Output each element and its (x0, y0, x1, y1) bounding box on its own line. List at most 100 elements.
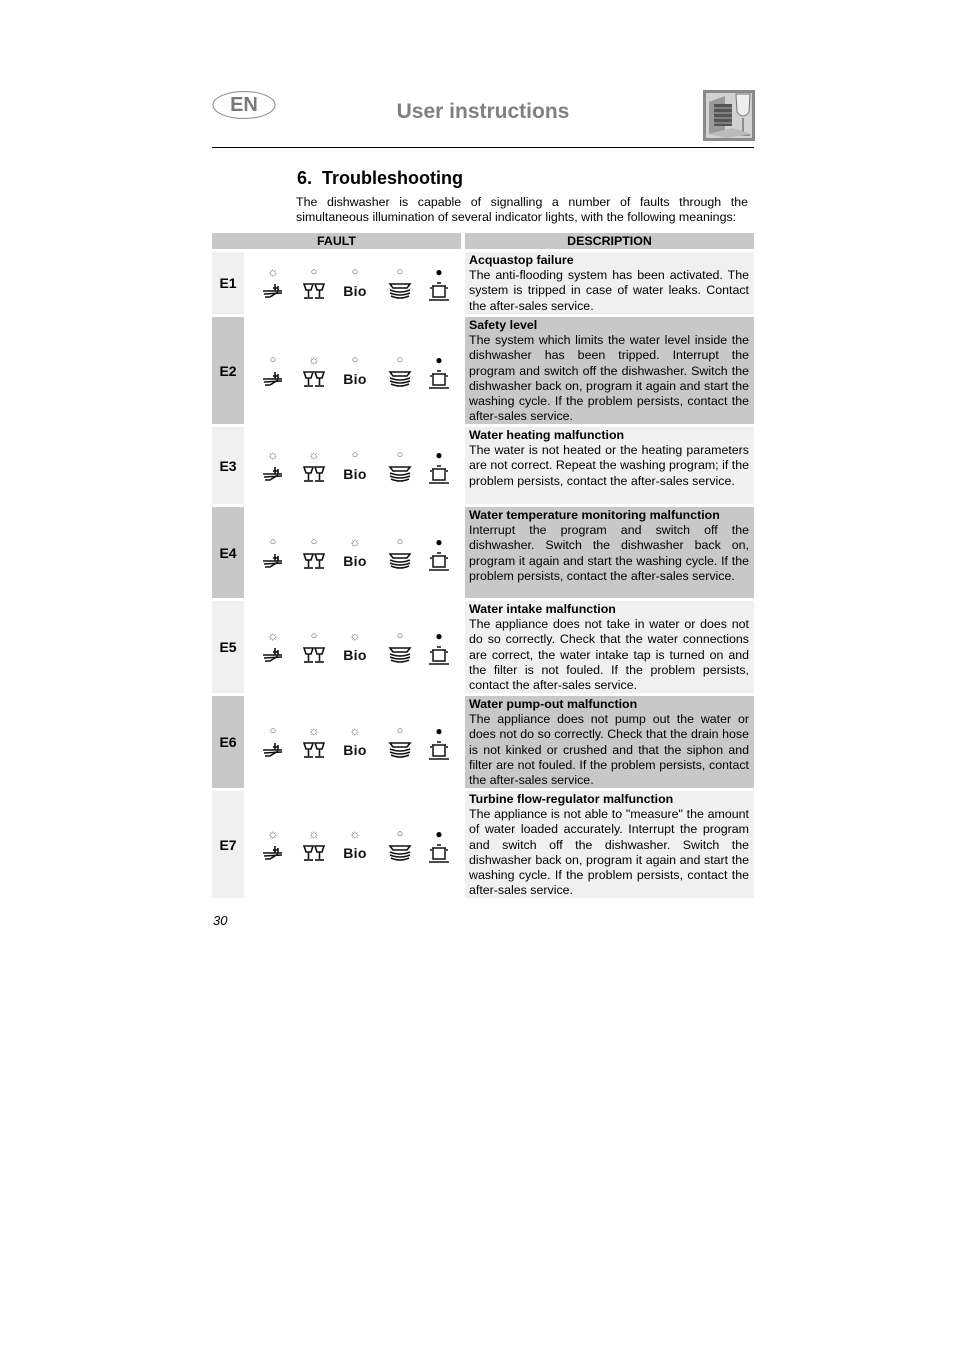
fault-description: Water intake malfunction The appliance do… (465, 601, 754, 693)
section-number: 6. (297, 168, 313, 188)
intensive-wash-icon (256, 740, 290, 762)
lamp-off-icon: ○ (396, 266, 404, 278)
fault-column-header: FAULT (212, 233, 461, 249)
indicator-glasses: ○ (297, 265, 331, 303)
indicator-pot: ● (422, 724, 456, 762)
fault-description: Water heating malfunction The water is no… (465, 427, 754, 504)
indicator-glasses: ○ (297, 629, 331, 667)
indicator-plates: ○ (383, 827, 417, 865)
lamp-off-icon: ○ (396, 630, 404, 642)
fault-description: Safety level The system which limits the … (465, 317, 754, 424)
fault-text: The system which limits the water level … (469, 333, 749, 424)
glasses-icon (297, 645, 331, 667)
indicator-lights: ☼ ☼ ☼ Bio ○ ● (250, 791, 460, 898)
manual-page: EN User instructions 6. Troubleshooting … (0, 0, 954, 1351)
indicator-plates: ○ (383, 724, 417, 762)
lamp-off-icon: ○ (269, 536, 277, 548)
plates-icon (383, 281, 417, 303)
fault-description: Water pump-out malfunction The appliance … (465, 696, 754, 788)
section-heading: 6. Troubleshooting (297, 168, 463, 189)
fault-code: E6 (212, 696, 244, 788)
indicator-glasses: ☼ (297, 448, 331, 486)
glasses-icon (297, 464, 331, 486)
fault-text: The appliance does not pump out the wate… (469, 712, 749, 788)
fault-description: Acquastop failure The anti-flooding syste… (465, 252, 754, 314)
fault-text: Interrupt the program and switch off the… (469, 523, 749, 583)
lamp-flashing-icon: ☼ (349, 723, 361, 738)
lamp-flashing-icon: ☼ (267, 264, 279, 279)
fault-code: E4 (212, 507, 244, 598)
indicator-lights: ○ ☼ ○ Bio ○ ● (250, 317, 460, 424)
plates-icon (383, 464, 417, 486)
page-number: 30 (213, 913, 228, 928)
indicator-intensive-wash: ○ (256, 353, 290, 391)
bio-label: Bio (343, 466, 367, 482)
indicator-pot: ● (422, 535, 456, 573)
indicator-glasses: ☼ (297, 827, 331, 865)
lamp-off-icon: ○ (269, 725, 277, 737)
indicator-lights: ○ ○ ☼ Bio ○ ● (250, 507, 460, 598)
lamp-flashing-icon: ☼ (308, 447, 320, 462)
fault-code: E3 (212, 427, 244, 504)
description-column-header: DESCRIPTION (465, 233, 754, 249)
fault-text: The appliance does not take in water or … (469, 617, 749, 693)
indicator-bio: ☼ Bio (338, 629, 372, 667)
fault-title: Water temperature monitoring malfunction (469, 508, 720, 522)
lamp-off-icon: ○ (396, 725, 404, 737)
dishwasher-glass-logo-icon (703, 90, 755, 141)
bio-label: Bio (343, 553, 367, 569)
indicator-intensive-wash: ☼ (256, 827, 290, 865)
lamp-flashing-icon: ☼ (267, 826, 279, 841)
indicator-plates: ○ (383, 629, 417, 667)
fault-text: The water is not heated or the heating p… (469, 443, 749, 488)
bio-label: Bio (343, 845, 367, 861)
lamp-off-icon: ○ (269, 354, 277, 366)
document-title: User instructions (396, 100, 570, 123)
fault-description: Water temperature monitoring malfunction… (465, 507, 754, 598)
indicator-intensive-wash: ☼ (256, 265, 290, 303)
plates-icon (383, 843, 417, 865)
lamp-on-icon: ● (435, 629, 443, 643)
fault-text: The appliance is not able to "measure" t… (469, 807, 749, 898)
lamp-on-icon: ● (435, 353, 443, 367)
glasses-icon (297, 843, 331, 865)
plates-icon (383, 551, 417, 573)
lamp-off-icon: ○ (310, 266, 318, 278)
indicator-plates: ○ (383, 535, 417, 573)
indicator-glasses: ☼ (297, 353, 331, 391)
indicator-bio: ☼ Bio (338, 827, 372, 865)
fault-description: Turbine flow-regulator malfunction The ap… (465, 791, 754, 898)
bio-label: Bio (343, 647, 367, 663)
intensive-wash-icon (256, 369, 290, 391)
fault-title: Turbine flow-regulator malfunction (469, 792, 674, 806)
lamp-flashing-icon: ☼ (267, 628, 279, 643)
fault-code: E7 (212, 791, 244, 898)
lamp-off-icon: ○ (310, 536, 318, 548)
indicator-intensive-wash: ☼ (256, 629, 290, 667)
indicator-pot: ● (422, 629, 456, 667)
intensive-wash-icon (256, 843, 290, 865)
indicator-lights: ☼ ○ ☼ Bio ○ ● (250, 601, 460, 693)
fault-code: E2 (212, 317, 244, 424)
lamp-off-icon: ○ (351, 266, 359, 278)
glasses-icon (297, 369, 331, 391)
indicator-intensive-wash: ☼ (256, 448, 290, 486)
lamp-off-icon: ○ (396, 536, 404, 548)
bio-label: Bio (343, 371, 367, 387)
pot-icon (422, 369, 456, 391)
indicator-bio: ☼ Bio (338, 724, 372, 762)
indicator-intensive-wash: ○ (256, 535, 290, 573)
intensive-wash-icon (256, 464, 290, 486)
indicator-glasses: ○ (297, 535, 331, 573)
lamp-flashing-icon: ☼ (308, 352, 320, 367)
indicator-pot: ● (422, 265, 456, 303)
indicator-bio: ☼ Bio (338, 535, 372, 573)
glasses-icon (297, 740, 331, 762)
pot-icon (422, 464, 456, 486)
lamp-flashing-icon: ☼ (308, 723, 320, 738)
plates-icon (383, 740, 417, 762)
intensive-wash-icon (256, 281, 290, 303)
fault-title: Safety level (469, 318, 538, 332)
language-badge: EN (212, 90, 276, 120)
header-divider (212, 147, 754, 148)
